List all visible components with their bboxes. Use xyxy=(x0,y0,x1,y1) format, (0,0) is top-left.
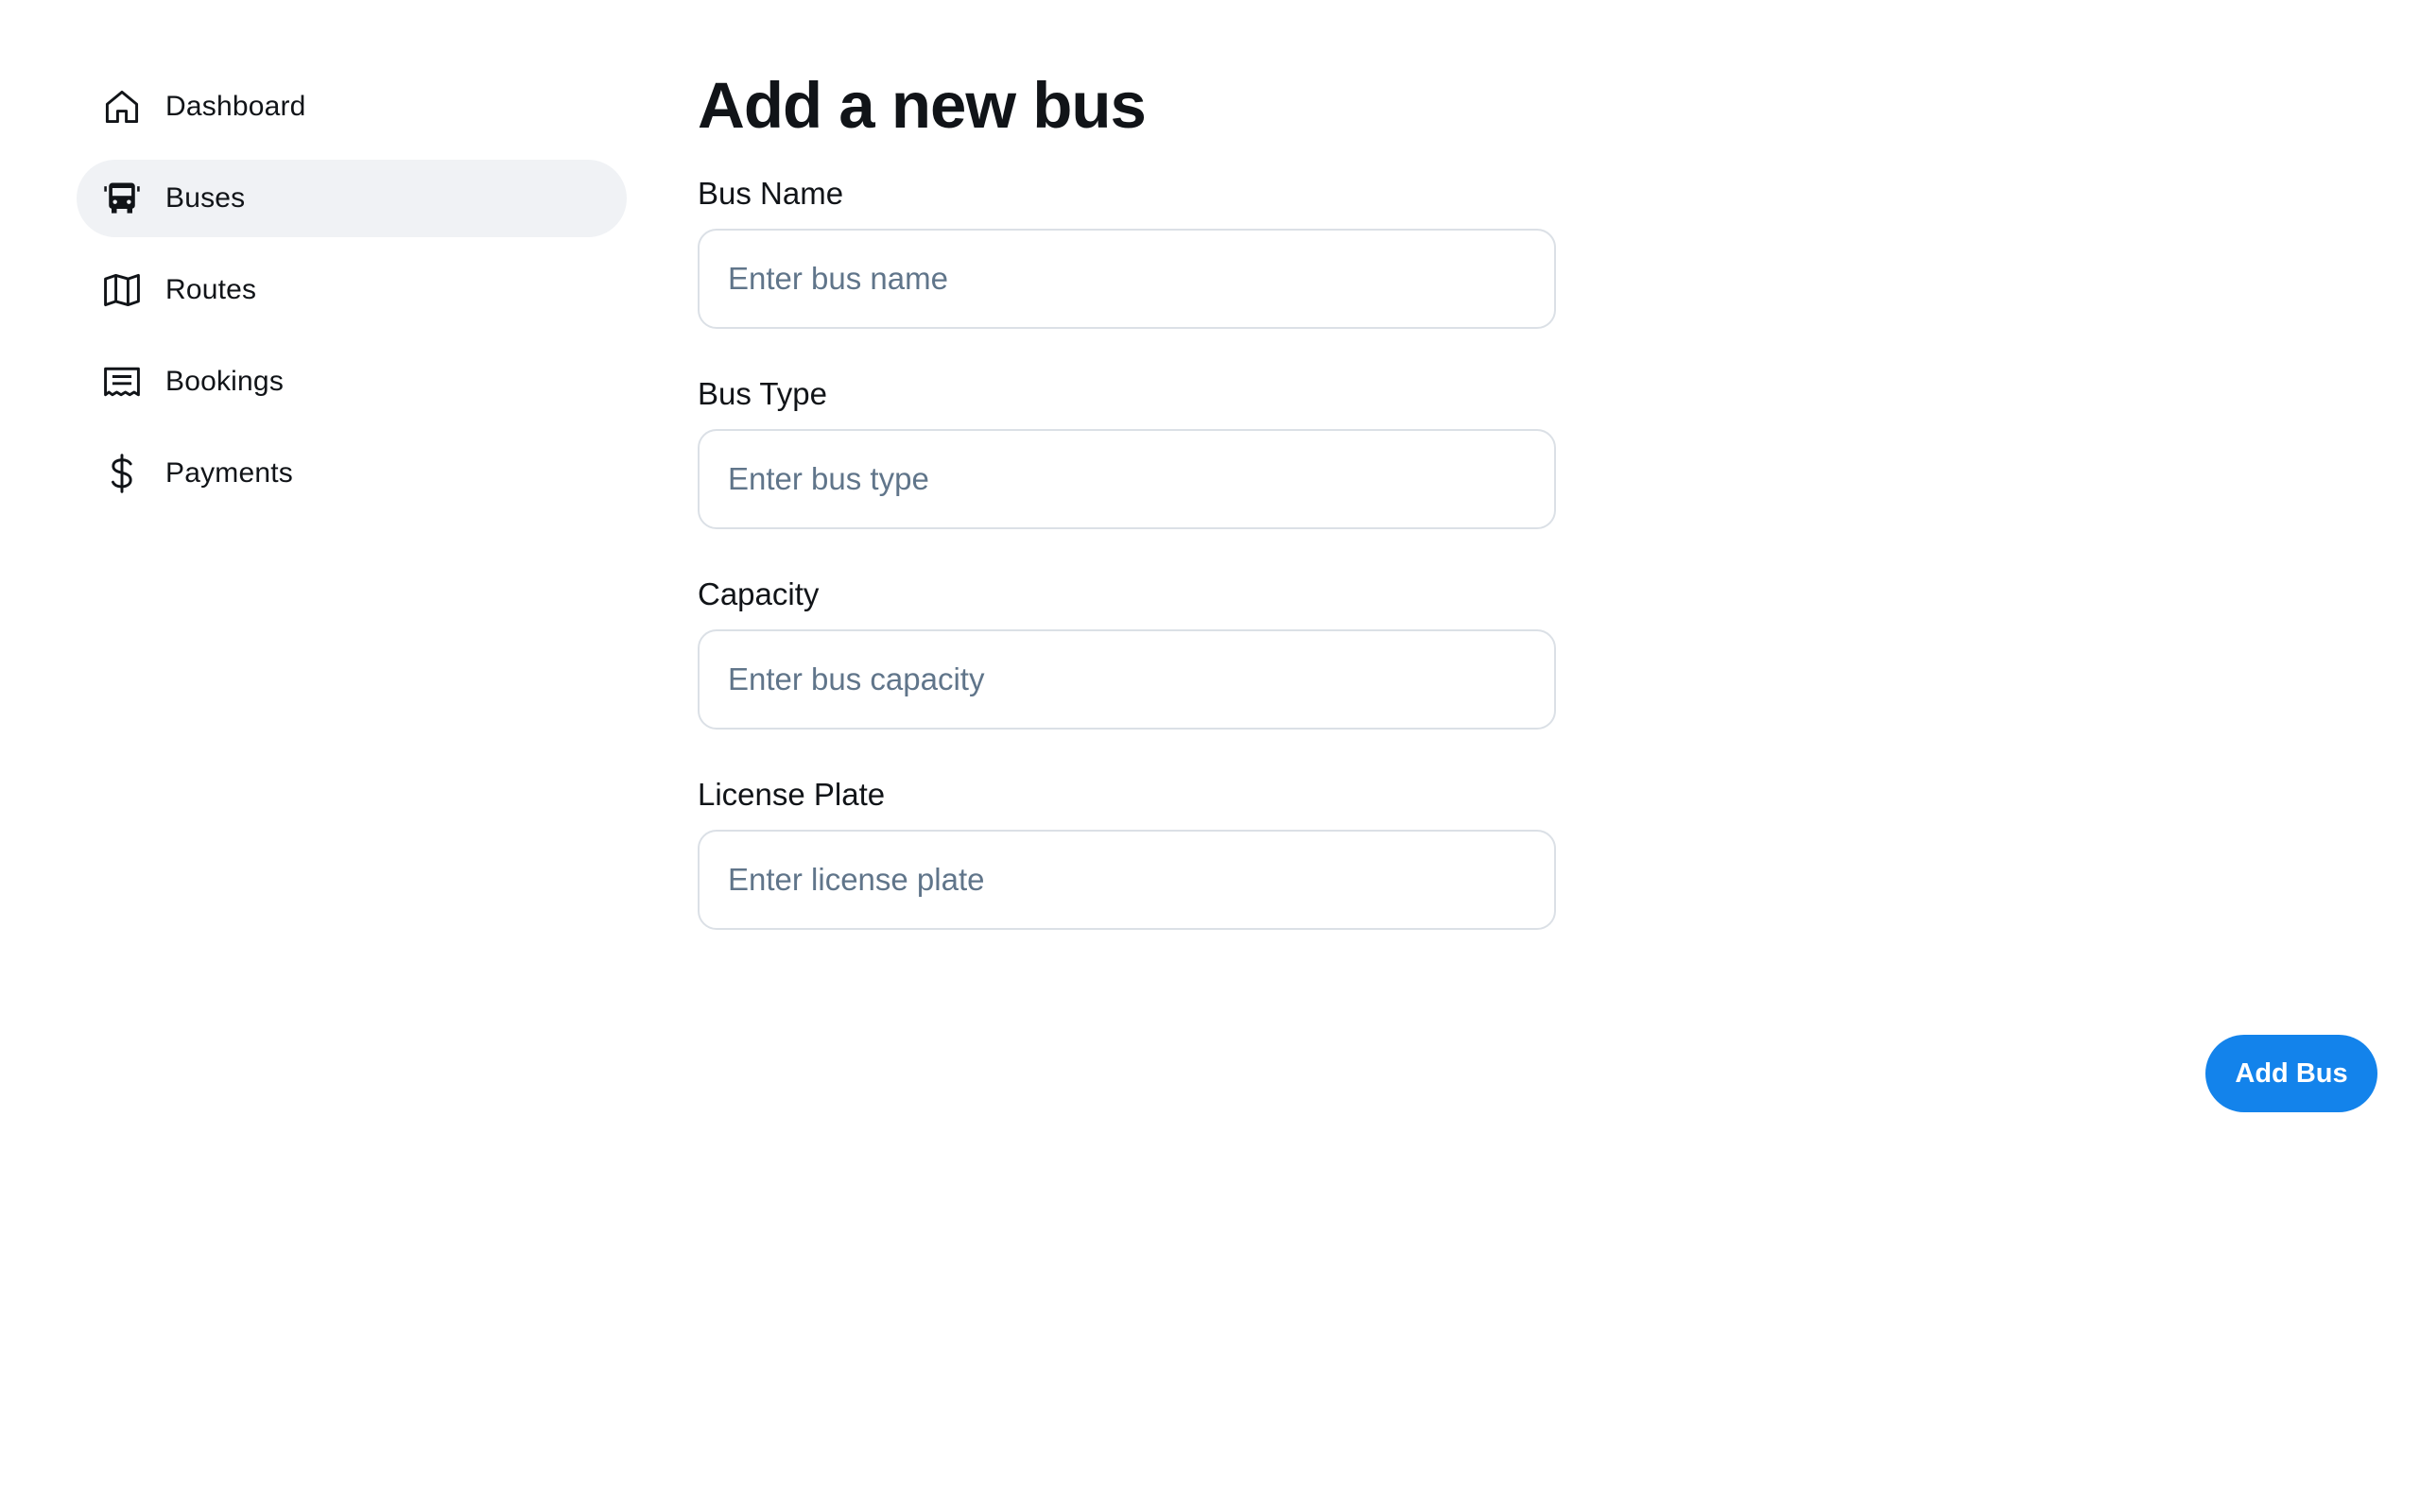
bus-type-field-group: Bus Type xyxy=(698,370,1556,529)
bus-type-label: Bus Type xyxy=(698,376,827,411)
house-icon xyxy=(99,84,145,129)
bus-name-label: Bus Name xyxy=(698,176,844,211)
bus-type-input[interactable] xyxy=(698,429,1556,529)
page-title: Add a new bus xyxy=(698,69,1147,142)
bus-name-input[interactable] xyxy=(698,229,1556,329)
sidebar-item-buses[interactable]: Buses xyxy=(77,160,627,237)
sidebar-item-routes[interactable]: Routes xyxy=(77,251,627,329)
license-plate-field-group: License Plate xyxy=(698,771,1556,930)
sidebar-item-label: Routes xyxy=(165,274,257,305)
capacity-label: Capacity xyxy=(698,576,820,611)
capacity-field-group: Capacity xyxy=(698,571,1556,730)
sidebar-item-bookings[interactable]: Bookings xyxy=(77,343,627,421)
receipt-icon xyxy=(99,359,145,404)
license-plate-input[interactable] xyxy=(698,830,1556,930)
sidebar-item-label: Dashboard xyxy=(165,91,306,122)
sidebar-item-label: Payments xyxy=(165,457,293,489)
main-content: Add a new bus Bus Name Bus Type Capacity… xyxy=(698,59,2390,930)
dollar-icon xyxy=(99,451,145,496)
sidebar-item-label: Bookings xyxy=(165,366,285,397)
map-icon xyxy=(99,267,145,313)
sidebar-item-label: Buses xyxy=(165,182,246,214)
capacity-input[interactable] xyxy=(698,629,1556,730)
sidebar-item-dashboard[interactable]: Dashboard xyxy=(77,68,627,146)
license-plate-label: License Plate xyxy=(698,777,886,812)
bus-name-field-group: Bus Name xyxy=(698,170,1556,329)
sidebar-item-payments[interactable]: Payments xyxy=(77,435,627,512)
bus-icon xyxy=(99,176,145,221)
sidebar: Dashboard Buses Routes Bookings Payments xyxy=(77,68,627,526)
add-bus-button[interactable]: Add Bus xyxy=(2205,1035,2377,1112)
